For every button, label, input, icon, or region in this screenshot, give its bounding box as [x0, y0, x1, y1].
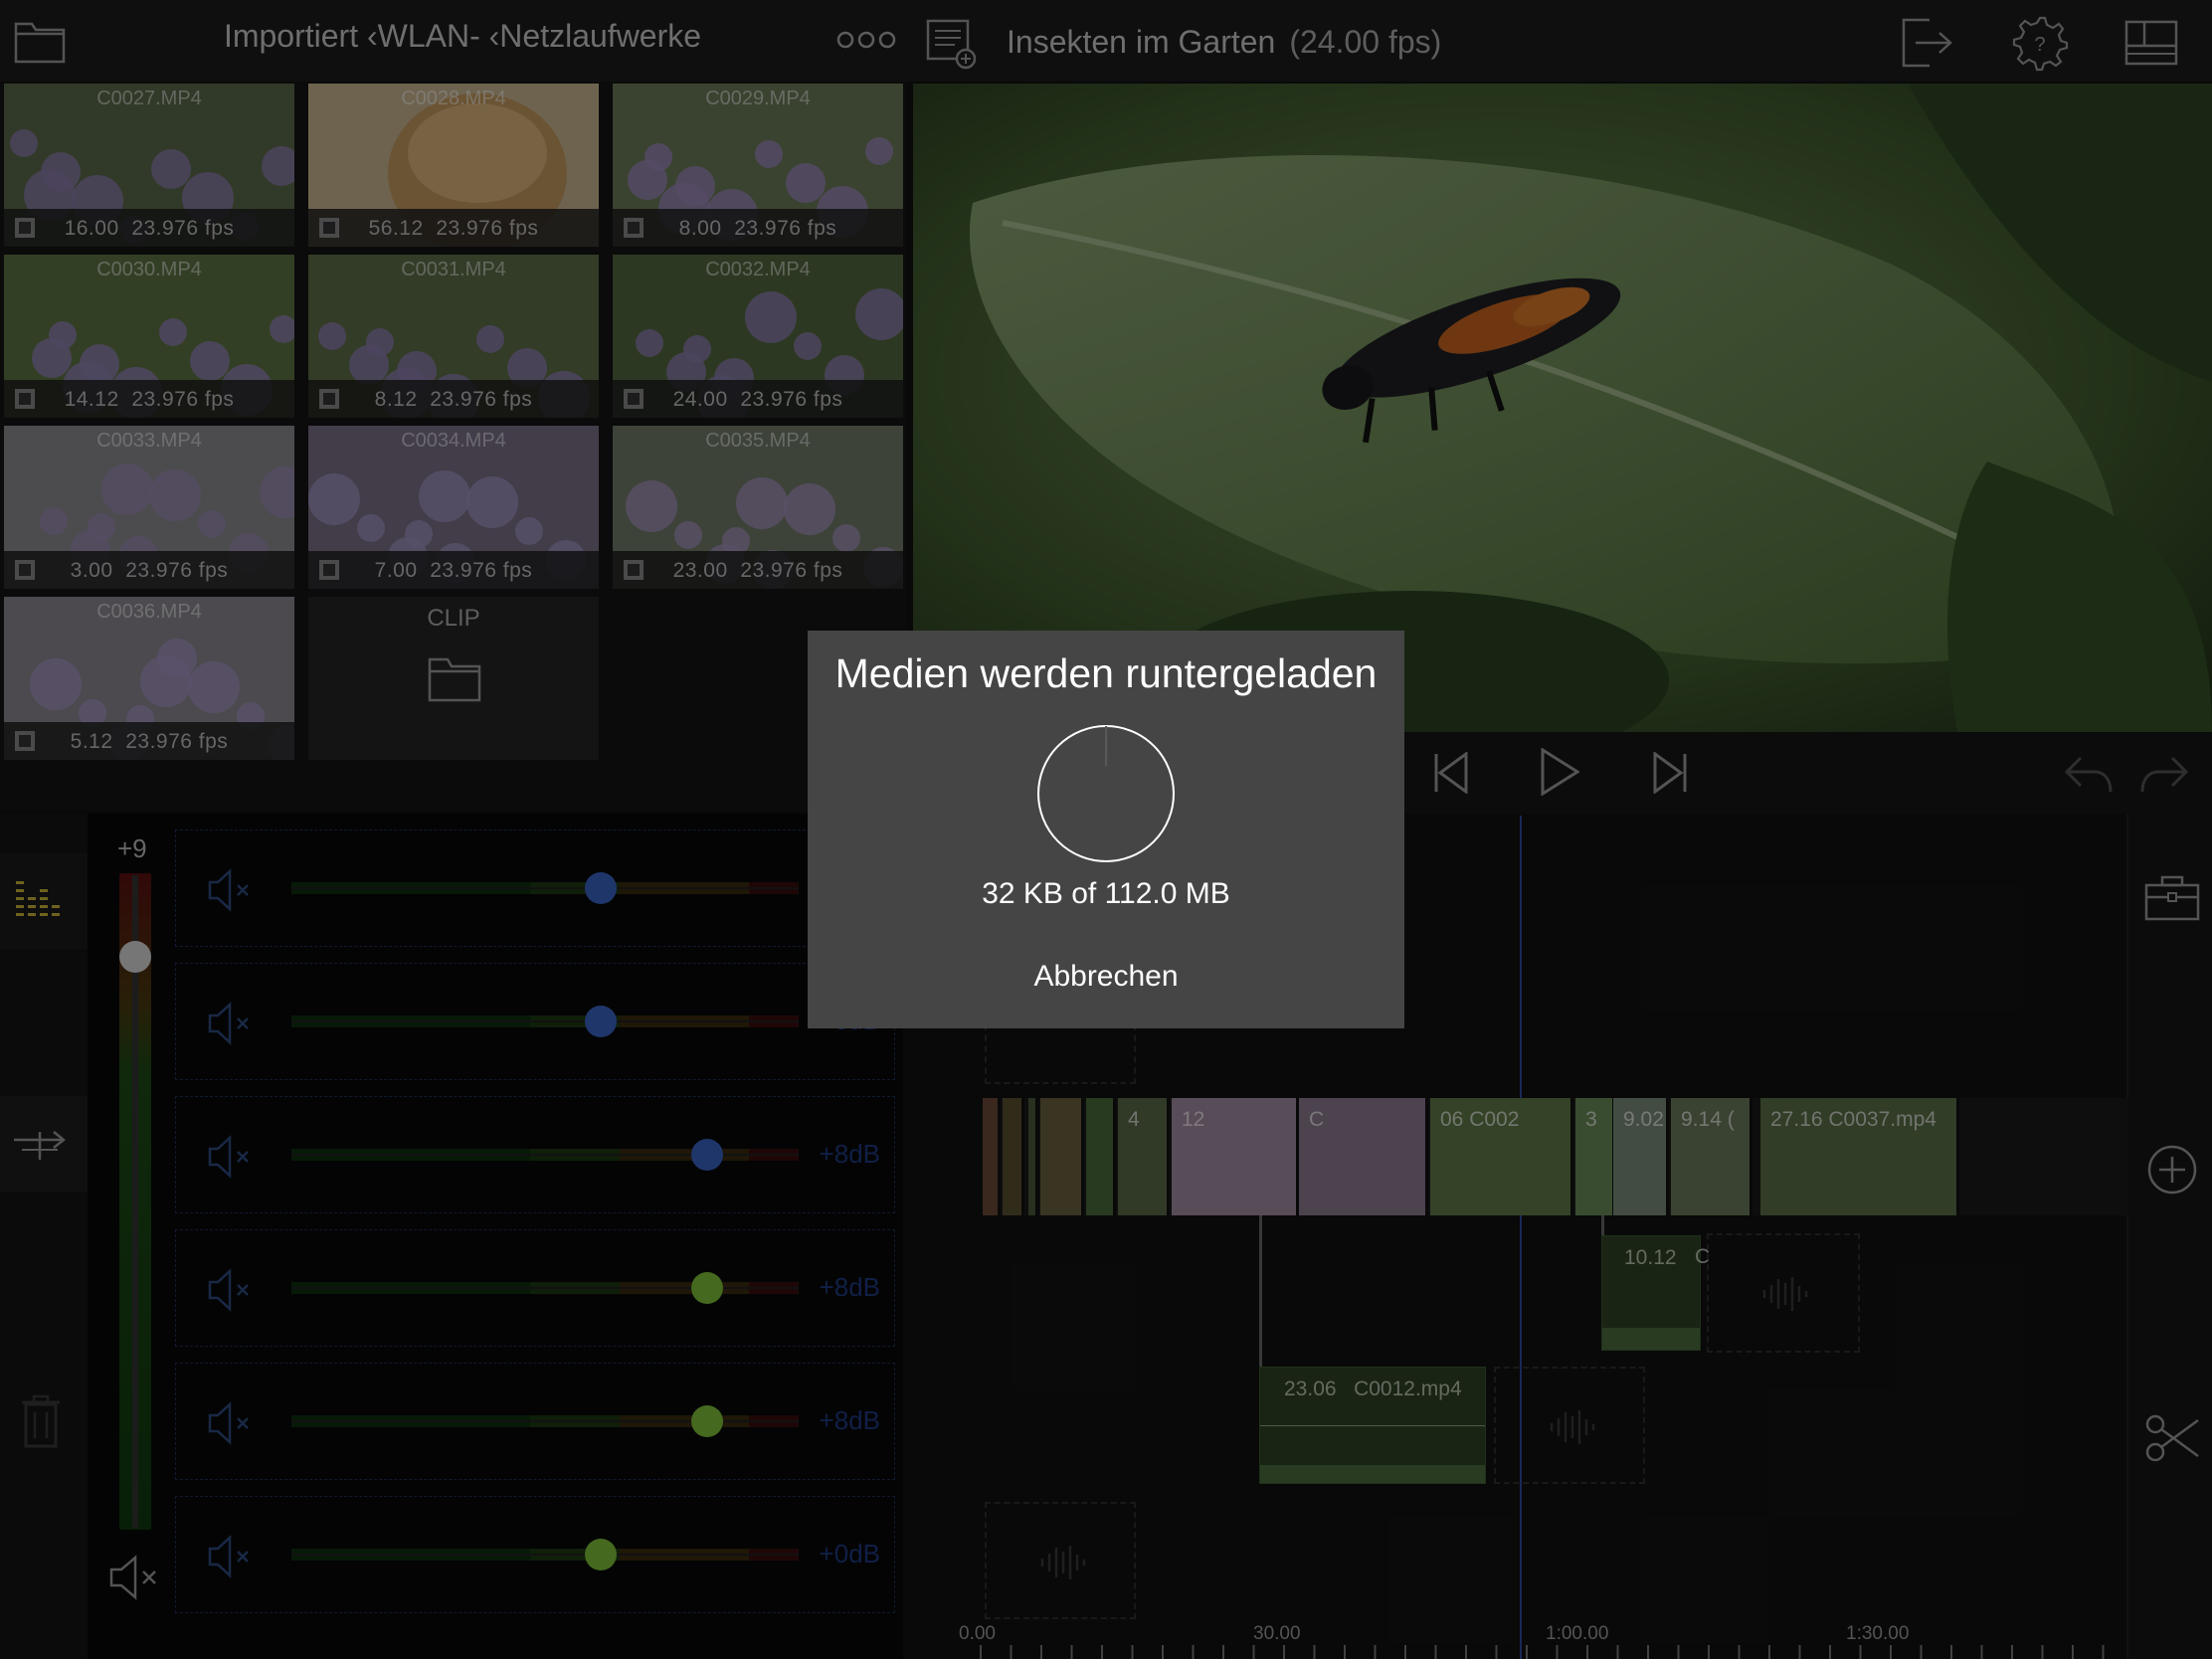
download-progress-text: 32 KB of 112.0 MB	[982, 877, 1230, 910]
download-progress-ring	[1037, 725, 1175, 862]
dialog-title: Medien werden runtergeladen	[834, 650, 1378, 696]
download-dialog: Medien werden runtergeladen 32 KB of 112…	[808, 631, 1404, 1028]
cancel-button[interactable]: Abbrechen	[987, 949, 1225, 1005]
